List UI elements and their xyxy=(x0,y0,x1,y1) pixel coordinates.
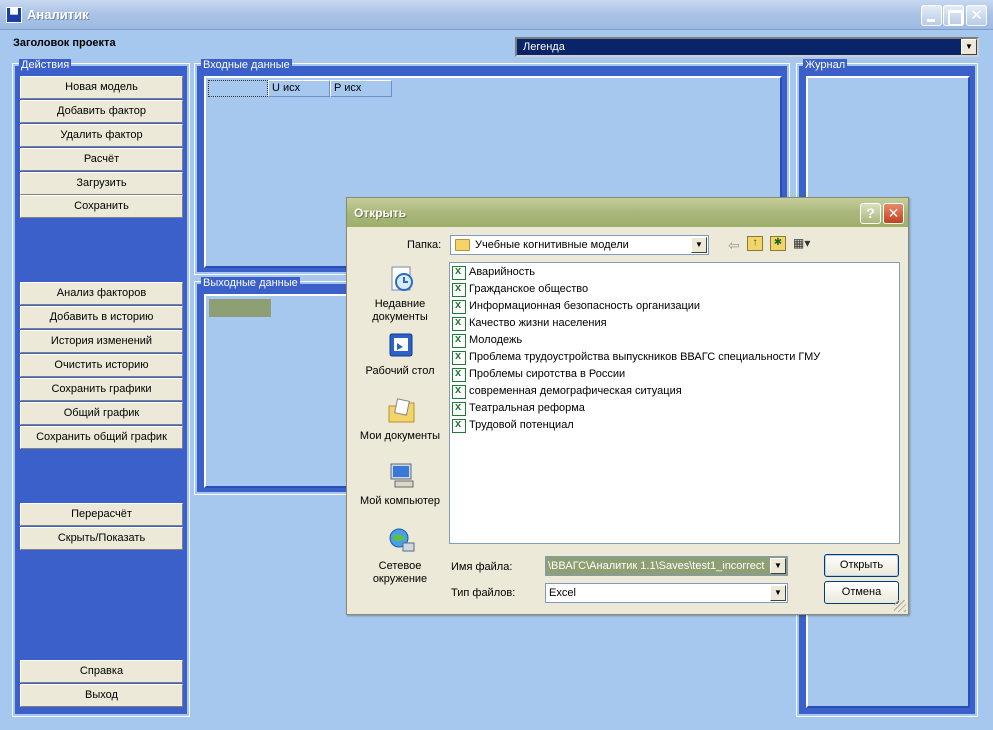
load-button[interactable]: Загрузить xyxy=(20,172,183,195)
output-grid-cell[interactable] xyxy=(209,299,271,317)
exit-button[interactable]: Выход xyxy=(20,684,183,707)
dialog-close-button[interactable]: ✕ xyxy=(883,203,904,224)
file-list[interactable]: Аварийность Гражданское общество Информа… xyxy=(449,262,900,544)
up-folder-icon[interactable]: ↑ xyxy=(747,236,763,251)
project-title: Заголовок проекта xyxy=(13,37,116,49)
legend-value: Легенда xyxy=(523,41,565,53)
place-network[interactable]: Сетевое окружение xyxy=(354,524,446,588)
new-folder-icon[interactable]: ✱ xyxy=(770,236,786,251)
cancel-button[interactable]: Отмена xyxy=(824,581,899,604)
window-title-bar[interactable]: ▀ Аналитик ✕ xyxy=(0,0,993,30)
back-arrow-icon[interactable]: ⇦ xyxy=(728,237,740,254)
file-name: современная демографическая ситуация xyxy=(469,385,682,397)
place-label: Мои документы xyxy=(359,430,441,442)
filetype-dropdown[interactable]: Excel ▼ xyxy=(545,583,788,603)
save-charts-button[interactable]: Сохранить графики xyxy=(20,378,183,401)
grid-corner-cell[interactable] xyxy=(208,80,268,97)
input-data-label: Входные данные xyxy=(201,59,292,71)
place-label: Сетевое окружение xyxy=(372,560,428,585)
file-name: Информационная безопасность организации xyxy=(469,300,701,312)
column-header-u[interactable]: U исх xyxy=(268,80,330,97)
calculate-button[interactable]: Расчёт xyxy=(20,148,183,171)
chevron-down-icon[interactable]: ▼ xyxy=(961,39,977,55)
excel-file-icon xyxy=(452,316,466,331)
maximize-button[interactable] xyxy=(943,5,964,26)
app-icon[interactable]: ▀ xyxy=(6,7,22,23)
filetype-label: Тип файлов: xyxy=(451,587,516,599)
open-file-dialog: Открыть ? ✕ Папка: Учебные когнитивные м… xyxy=(346,197,909,615)
desktop-icon xyxy=(389,333,413,357)
filename-value: \ВВАГС\Аналитик 1.1\Saves\test1_incorrec… xyxy=(548,560,765,572)
folder-value: Учебные когнитивные модели xyxy=(475,239,629,251)
my-computer-icon xyxy=(390,463,414,488)
window-title: Аналитик xyxy=(27,7,89,22)
place-recent-documents[interactable]: Недавние документы xyxy=(354,262,446,326)
hide-show-button[interactable]: Скрыть/Показать xyxy=(20,527,183,550)
my-documents-icon xyxy=(388,398,415,423)
close-button[interactable]: ✕ xyxy=(966,5,987,26)
resize-grip-icon[interactable] xyxy=(894,600,906,612)
help-icon[interactable]: ? xyxy=(860,203,881,224)
delete-factor-button[interactable]: Удалить фактор xyxy=(20,124,183,147)
file-name: Качество жизни населения xyxy=(469,317,607,329)
excel-file-icon xyxy=(452,367,466,382)
common-chart-button[interactable]: Общий график xyxy=(20,402,183,425)
excel-file-icon xyxy=(452,401,466,416)
filename-input[interactable]: \ВВАГС\Аналитик 1.1\Saves\test1_incorrec… xyxy=(545,556,788,576)
new-model-button[interactable]: Новая модель xyxy=(20,76,183,99)
minimize-button[interactable] xyxy=(921,5,942,26)
help-button[interactable]: Справка xyxy=(20,660,183,683)
column-header-p[interactable]: P исх xyxy=(330,80,392,97)
recalculate-button[interactable]: Перерасчёт xyxy=(20,503,183,526)
output-data-label: Выходные данные xyxy=(201,277,300,289)
actions-panel-label: Действия xyxy=(19,59,72,71)
place-my-documents[interactable]: Мои документы xyxy=(354,394,446,458)
journal-label: Журнал xyxy=(803,59,848,71)
file-name: Гражданское общество xyxy=(469,283,589,295)
excel-file-icon xyxy=(452,282,466,297)
file-name: Аварийность xyxy=(469,266,536,278)
network-icon xyxy=(389,528,415,552)
change-history-button[interactable]: История изменений xyxy=(20,330,183,353)
filename-label: Имя файла: xyxy=(451,561,513,573)
add-factor-button[interactable]: Добавить фактор xyxy=(20,100,183,123)
place-desktop[interactable]: Рабочий стол xyxy=(354,329,446,393)
recent-documents-icon xyxy=(391,266,413,291)
dialog-title-bar[interactable]: Открыть ? ✕ xyxy=(347,198,908,227)
excel-file-icon xyxy=(452,350,466,365)
clear-history-button[interactable]: Очистить историю xyxy=(20,354,183,377)
excel-file-icon xyxy=(452,299,466,314)
folder-icon xyxy=(455,239,470,251)
chevron-down-icon[interactable]: ▼ xyxy=(770,585,786,601)
chevron-down-icon[interactable]: ▼ xyxy=(770,558,786,574)
factor-analysis-button[interactable]: Анализ факторов xyxy=(20,282,183,305)
filetype-value: Excel xyxy=(549,587,576,599)
file-name: Проблемы сиротства в России xyxy=(469,368,626,380)
dialog-title: Открыть xyxy=(354,206,407,220)
open-button[interactable]: Открыть xyxy=(824,554,899,577)
save-button[interactable]: Сохранить xyxy=(20,195,183,218)
chevron-down-icon[interactable]: ▼ xyxy=(691,237,707,253)
legend-dropdown[interactable]: Легенда ▼ xyxy=(515,37,979,57)
file-name: Театральная реформа xyxy=(469,402,585,414)
excel-file-icon xyxy=(452,384,466,399)
excel-file-icon xyxy=(452,418,466,433)
place-my-computer[interactable]: Мой компьютер xyxy=(354,459,446,523)
excel-file-icon xyxy=(452,265,466,280)
place-label: Недавние документы xyxy=(372,298,428,323)
file-name: Проблема трудоустройства выпускников ВВА… xyxy=(469,351,821,363)
actions-panel: Действия Новая модель Добавить фактор Уд… xyxy=(12,59,190,717)
file-name: Трудовой потенциал xyxy=(469,419,574,431)
place-label: Рабочий стол xyxy=(365,365,435,377)
add-to-history-button[interactable]: Добавить в историю xyxy=(20,306,183,329)
file-name: Молодежь xyxy=(469,334,523,346)
save-common-chart-button[interactable]: Сохранить общий график xyxy=(20,426,183,449)
folder-dropdown[interactable]: Учебные когнитивные модели ▼ xyxy=(450,235,709,255)
excel-file-icon xyxy=(452,333,466,348)
place-label: Мой компьютер xyxy=(359,495,441,507)
close-icon: ✕ xyxy=(970,7,983,24)
view-menu-icon[interactable]: ▦▾ xyxy=(793,236,819,251)
folder-label: Папка: xyxy=(407,239,442,251)
